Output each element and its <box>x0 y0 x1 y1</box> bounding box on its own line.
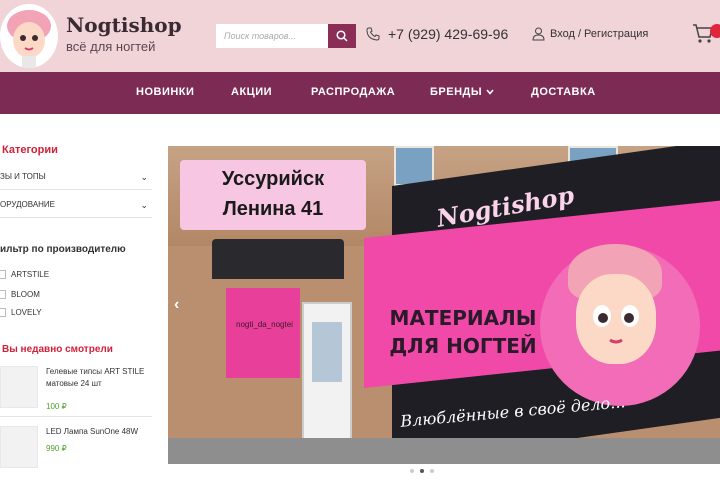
checkbox[interactable] <box>0 308 6 317</box>
product-name[interactable]: Гелевые типсы ART STILE матовые 24 шт <box>46 366 156 390</box>
search-input[interactable] <box>216 24 328 48</box>
nav-item-delivery[interactable]: ДОСТАВКА <box>531 86 596 98</box>
address-city: Уссурийск <box>221 168 325 190</box>
mascot-face <box>576 274 656 364</box>
slider-dot[interactable] <box>430 469 434 473</box>
brand-name[interactable]: Nogtishop <box>66 13 182 37</box>
nav-item-clearance[interactable]: РАСПРОДАЖА <box>311 86 395 98</box>
recent-product[interactable]: LED Лампа SunOne 48W 990 ₽ <box>0 426 156 480</box>
checkbox[interactable] <box>0 290 6 299</box>
nav-item-sales[interactable]: АКЦИИ <box>231 86 272 98</box>
side-sign <box>226 288 300 378</box>
logo-avatar[interactable] <box>0 4 58 68</box>
category-label: ЗЫ И ТОПЫ <box>0 172 46 181</box>
slider-dot-active[interactable] <box>420 469 424 473</box>
chevron-down-icon <box>486 89 494 95</box>
shop-door <box>302 302 352 448</box>
divider <box>0 416 152 417</box>
brand-tagline: всё для ногтей <box>66 39 156 54</box>
category-item-equipment[interactable]: ОРУДОВАНИЕ ⌄ <box>0 192 152 218</box>
sign-text: МАТЕРИАЛЫ ДЛЯ НОГТЕЙ <box>378 304 548 360</box>
phone-icon <box>366 27 380 41</box>
recent-title: Вы недавно смотрели <box>2 344 113 355</box>
hero-slider[interactable]: nogti_da_nogtei Nogtishop МАТЕРИАЛЫ ДЛЯ … <box>168 146 720 464</box>
checkbox[interactable] <box>0 270 6 279</box>
brand-filter-artstile[interactable]: ARTSTILE <box>0 270 49 279</box>
product-name[interactable]: LED Лампа SunOne 48W <box>46 426 156 438</box>
slider-dot[interactable] <box>410 469 414 473</box>
category-label: ОРУДОВАНИЕ <box>0 200 56 209</box>
categories-title: Категории <box>2 144 58 156</box>
login-link[interactable]: Вход / Регистрация <box>532 27 648 41</box>
category-item-gels[interactable]: ЗЫ И ТОПЫ ⌄ <box>0 164 152 190</box>
nav-item-brands[interactable]: БРЕНДЫ <box>430 86 494 98</box>
product-price: 990 ₽ <box>46 444 67 453</box>
door-glass <box>312 322 342 382</box>
search-form <box>216 24 356 48</box>
brand-label: LOVELY <box>11 308 42 317</box>
cart-button[interactable] <box>692 22 720 49</box>
login-label: Вход / Регистрация <box>550 28 649 40</box>
user-icon <box>532 27 545 41</box>
sign-line-1: МАТЕРИАЛЫ <box>389 306 537 330</box>
brand-label: ARTSTILE <box>11 270 50 279</box>
recent-product[interactable]: Гелевые типсы ART STILE матовые 24 шт 10… <box>0 366 156 420</box>
product-price: 100 ₽ <box>46 402 67 411</box>
search-button[interactable] <box>328 24 356 48</box>
filter-title: ильтр по производителю <box>0 244 126 255</box>
product-thumbnail[interactable] <box>0 366 38 408</box>
instagram-handle: nogti_da_nogtei <box>236 320 293 329</box>
brand-filter-bloom[interactable]: BLOOM <box>0 290 40 299</box>
brand-label: BLOOM <box>11 290 40 299</box>
phone-link[interactable]: +7 (929) 429-69-96 <box>366 26 508 42</box>
nav-item-new[interactable]: НОВИНКИ <box>136 86 194 98</box>
slider-dots <box>410 469 434 473</box>
nav-item-brands-label: БРЕНДЫ <box>430 86 483 98</box>
sign-line-2: ДЛЯ НОГТЕЙ <box>389 334 537 358</box>
address-street: Ленина 41 <box>222 198 324 220</box>
slider-prev-arrow[interactable]: ‹ <box>174 296 179 314</box>
search-icon <box>336 30 348 42</box>
chevron-down-icon: ⌄ <box>140 172 148 182</box>
sidewalk <box>168 438 720 464</box>
main-nav: НОВИНКИ АКЦИИ РАСПРОДАЖА БРЕНДЫ ДОСТАВКА <box>0 72 720 114</box>
cart-badge <box>710 24 720 38</box>
site-header: Nogtishop всё для ногтей +7 (929) 429-69… <box>0 0 720 72</box>
chevron-down-icon: ⌄ <box>140 200 148 210</box>
brand-filter-lovely[interactable]: LOVELY <box>0 308 42 317</box>
phone-number: +7 (929) 429-69-96 <box>388 26 509 42</box>
entrance-awning <box>212 239 344 279</box>
product-thumbnail[interactable] <box>0 426 38 468</box>
address-box: Уссурийск Ленина 41 <box>180 160 366 230</box>
